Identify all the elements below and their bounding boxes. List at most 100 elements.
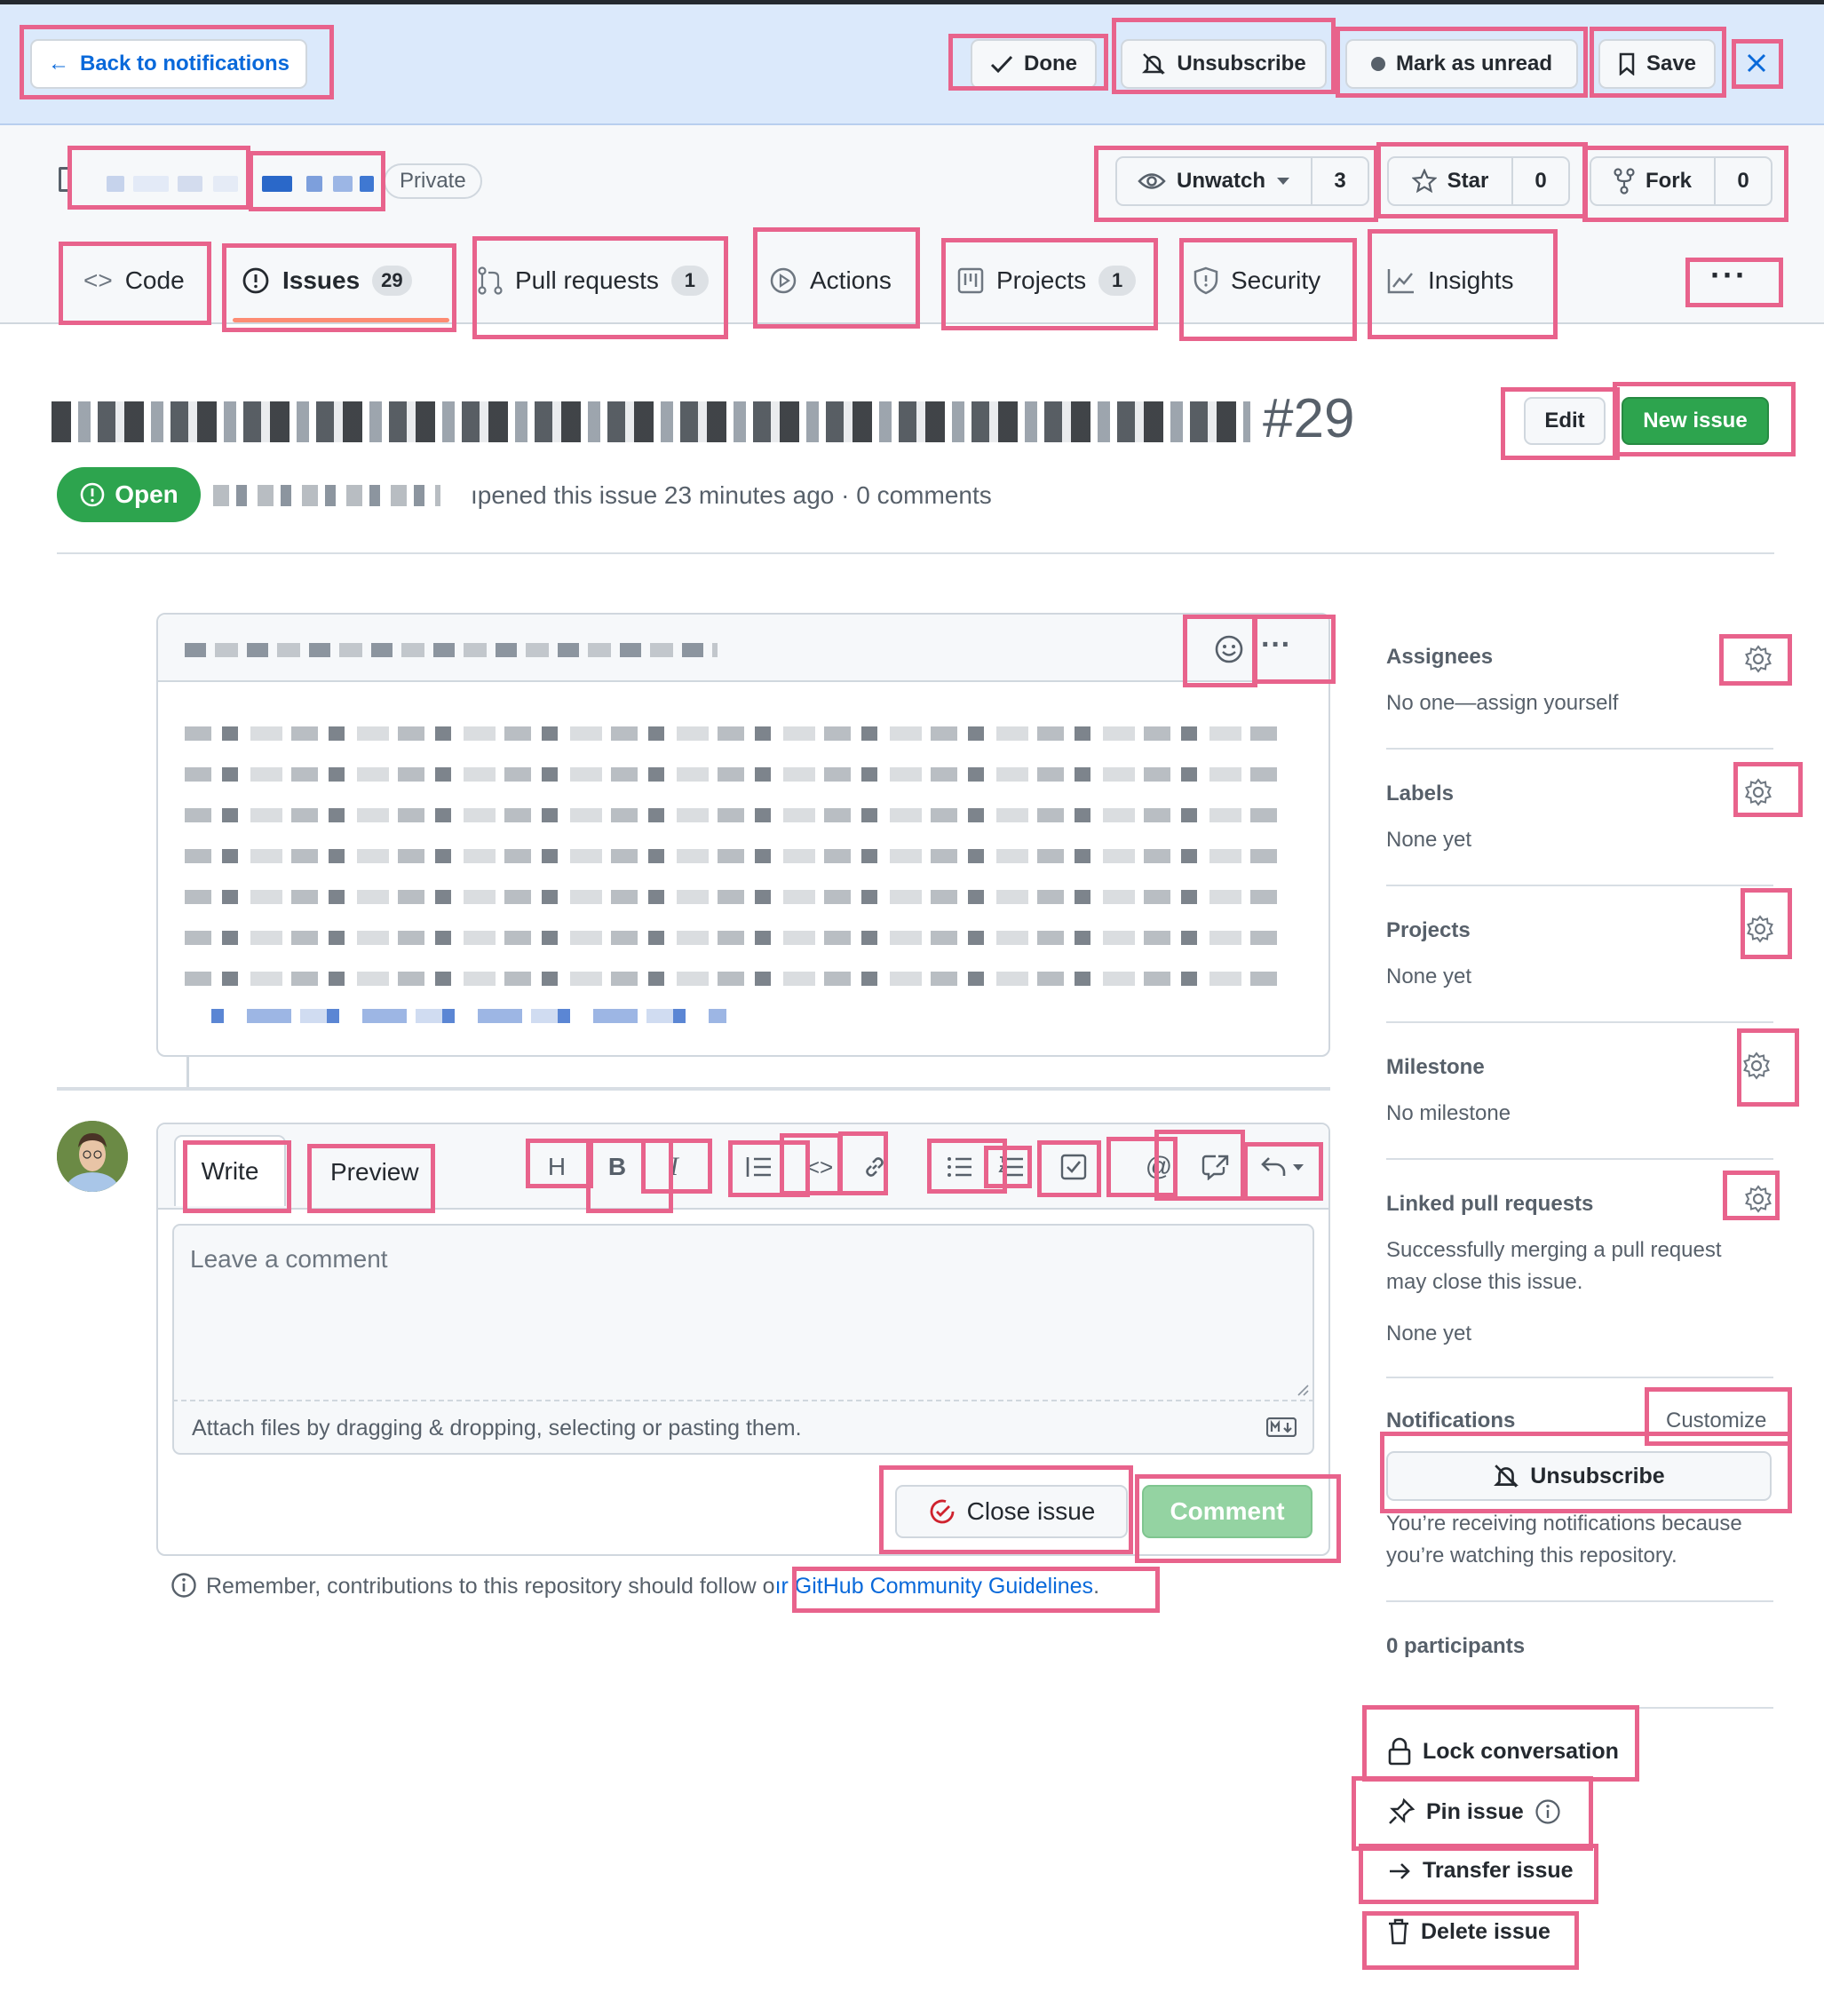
assignees-title[interactable]: Assignees — [1386, 645, 1493, 670]
repo-name-link[interactable] — [262, 169, 377, 195]
pin-icon — [1387, 1798, 1416, 1826]
ordered-list-icon[interactable] — [989, 1147, 1034, 1187]
milestone-gear-icon[interactable] — [1742, 1052, 1771, 1080]
comment-header-redacted — [185, 643, 718, 657]
back-to-notifications-button[interactable]: ← Back to notifications — [30, 39, 307, 89]
arrow-right-icon — [1387, 1861, 1412, 1882]
code-icon[interactable]: <> — [797, 1147, 842, 1187]
linked-description-line1: Successfully merging a pull request — [1386, 1238, 1722, 1262]
tab-issues[interactable]: Issues 29 — [242, 254, 412, 307]
projects-counter: 1 — [1098, 266, 1137, 296]
info-icon[interactable] — [1535, 1798, 1561, 1825]
save-button[interactable]: Save — [1598, 39, 1716, 89]
sidebar-unsubscribe-button[interactable]: Unsubscribe — [1386, 1451, 1772, 1501]
comment-placeholder: Leave a comment — [190, 1245, 388, 1273]
watch-count[interactable]: 3 — [1311, 156, 1369, 206]
tab-code[interactable]: <> Code — [83, 254, 185, 307]
pin-issue-link[interactable]: Pin issue — [1387, 1798, 1561, 1826]
write-tab[interactable]: Write — [174, 1135, 286, 1206]
add-reaction-icon[interactable] — [1214, 634, 1244, 664]
labels-gear-icon[interactable] — [1744, 778, 1772, 806]
linked-gear-icon[interactable] — [1744, 1185, 1772, 1213]
pull-requests-counter: 1 — [670, 266, 709, 296]
heading-icon[interactable]: H — [535, 1147, 579, 1187]
projects-value: None yet — [1386, 964, 1472, 988]
quote-icon[interactable] — [737, 1147, 781, 1187]
more-tabs-kebab-icon[interactable]: ··· — [1710, 259, 1748, 291]
visibility-badge: Private — [384, 163, 482, 199]
lock-conversation-link[interactable]: Lock conversation — [1387, 1737, 1619, 1766]
fork-button[interactable]: Fork — [1590, 156, 1716, 206]
repo-owner-link[interactable] — [89, 169, 240, 195]
customize-link[interactable]: Customize — [1666, 1409, 1766, 1433]
comment-textarea[interactable]: Leave a comment — [172, 1224, 1314, 1401]
bell-slash-icon — [1493, 1463, 1519, 1489]
projects-gear-icon[interactable] — [1746, 915, 1774, 943]
avatar — [57, 1121, 128, 1192]
labels-title[interactable]: Labels — [1386, 782, 1454, 806]
header-divider — [57, 552, 1774, 554]
preview-tab[interactable]: Preview — [330, 1158, 419, 1187]
star-icon — [1411, 169, 1437, 194]
bold-icon[interactable]: B — [595, 1147, 639, 1187]
comment-button[interactable]: Comment — [1142, 1485, 1312, 1538]
fork-count[interactable]: 0 — [1714, 156, 1772, 206]
issue-meta-text: ıpened this issue 23 minutes ago · 0 com… — [471, 481, 992, 509]
attach-hint: Attach files by dragging & dropping, sel… — [192, 1416, 802, 1441]
comment-kebab-icon[interactable]: ··· — [1261, 630, 1291, 660]
notifications-title: Notifications — [1386, 1409, 1516, 1433]
close-issue-button[interactable]: Close issue — [895, 1485, 1128, 1538]
issue-state-badge: Open — [57, 467, 201, 522]
issue-opened-icon — [242, 266, 270, 295]
repo-icon — [59, 167, 71, 192]
timeline-divider — [57, 1087, 1330, 1091]
transfer-issue-link[interactable]: Transfer issue — [1387, 1858, 1574, 1884]
link-icon[interactable] — [853, 1147, 897, 1187]
resize-handle-icon[interactable] — [1295, 1382, 1309, 1396]
notification-reason-line1: You’re receiving notifications because — [1386, 1512, 1742, 1536]
close-icon[interactable] — [1743, 50, 1770, 76]
check-icon — [990, 54, 1013, 74]
comment-link-redacted — [211, 1009, 726, 1023]
tab-pull-requests[interactable]: Pull requests 1 — [478, 254, 709, 307]
markdown-icon[interactable] — [1266, 1417, 1297, 1437]
milestone-title[interactable]: Milestone — [1386, 1055, 1485, 1080]
edit-button[interactable]: Edit — [1524, 397, 1606, 445]
selected-tab-underline — [233, 318, 449, 322]
code-icon: <> — [83, 266, 113, 294]
dot-icon — [1370, 57, 1385, 71]
community-guidelines-link[interactable]: ır GitHub Community Guidelines — [775, 1574, 1093, 1599]
tab-insights[interactable]: Insights — [1387, 254, 1514, 307]
assign-yourself-link[interactable]: No one—assign yourself — [1386, 691, 1618, 716]
tab-security[interactable]: Security — [1194, 254, 1320, 307]
sidebar-divider — [1386, 1377, 1773, 1378]
italic-icon[interactable]: I — [652, 1147, 696, 1187]
graph-icon — [1387, 267, 1416, 294]
linked-pull-requests-title[interactable]: Linked pull requests — [1386, 1192, 1593, 1217]
star-count[interactable]: 0 — [1511, 156, 1570, 206]
issues-counter: 29 — [372, 266, 412, 296]
mention-icon[interactable]: @ — [1137, 1147, 1181, 1187]
tab-actions[interactable]: Actions — [769, 254, 892, 307]
delete-issue-link[interactable]: Delete issue — [1387, 1918, 1550, 1945]
mark-as-unread-button[interactable]: Mark as unread — [1345, 39, 1578, 89]
task-list-icon[interactable] — [1051, 1147, 1096, 1187]
issue-author-redacted — [213, 485, 440, 506]
linked-description-line2: may close this issue. — [1386, 1270, 1583, 1294]
tab-projects[interactable]: Projects 1 — [957, 254, 1137, 307]
sidebar-divider — [1386, 1600, 1773, 1602]
unwatch-button[interactable]: Unwatch — [1115, 156, 1312, 206]
done-button[interactable]: Done — [971, 39, 1097, 89]
attach-files-bar[interactable]: Attach files by dragging & dropping, sel… — [172, 1401, 1314, 1455]
unsubscribe-button[interactable]: Unsubscribe — [1121, 39, 1327, 89]
assignees-gear-icon[interactable] — [1744, 645, 1772, 673]
sidebar-divider — [1386, 1158, 1773, 1160]
star-button[interactable]: Star — [1387, 156, 1513, 206]
shield-icon — [1194, 266, 1218, 295]
cross-reference-icon[interactable] — [1194, 1147, 1238, 1187]
saved-replies-icon[interactable] — [1254, 1147, 1311, 1187]
notification-reason-line2: you’re watching this repository. — [1386, 1544, 1677, 1568]
projects-title[interactable]: Projects — [1386, 918, 1471, 943]
unordered-list-icon[interactable] — [938, 1147, 982, 1187]
new-issue-button[interactable]: New issue — [1622, 397, 1769, 445]
